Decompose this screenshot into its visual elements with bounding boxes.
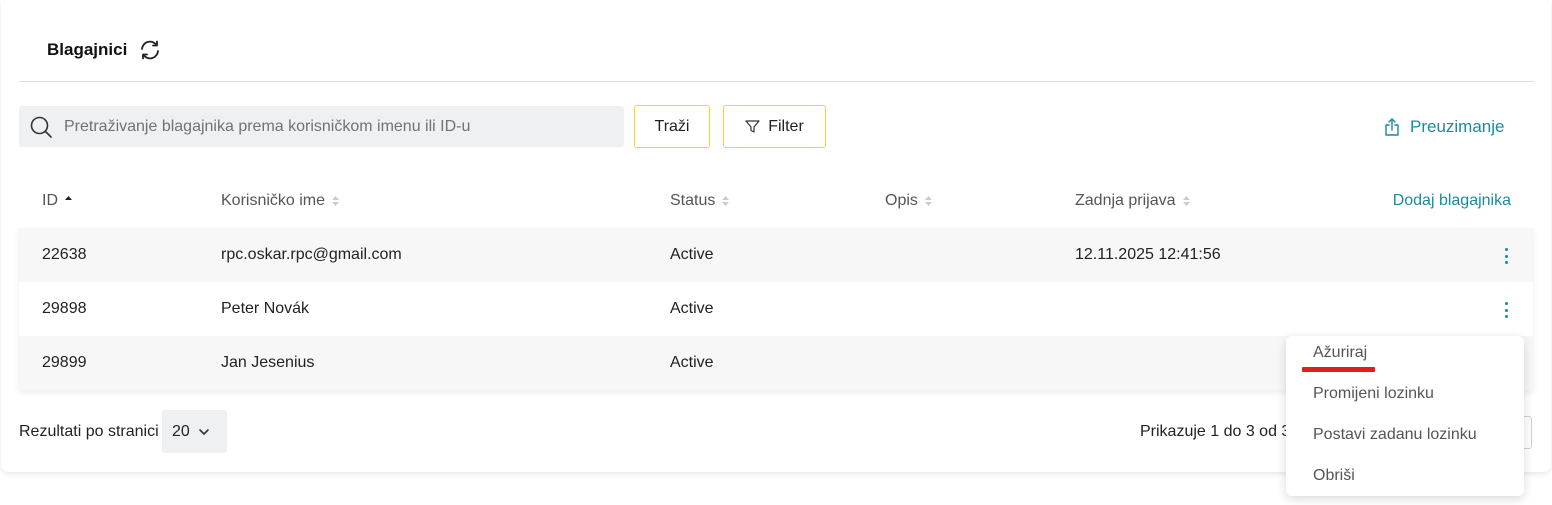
menu-item-delete[interactable]: Obriši <box>1313 467 1355 485</box>
search-input[interactable] <box>64 106 614 147</box>
cell-id: 29898 <box>42 300 87 317</box>
more-actions-icon[interactable] <box>1499 246 1513 266</box>
cell-status: Active <box>670 354 714 371</box>
header-divider <box>19 81 1534 82</box>
cell-username: Jan Jesenius <box>221 354 315 371</box>
row-actions-menu: Ažuriraj Promijeni lozinku Postavi zadan… <box>1286 336 1524 496</box>
highlight-underline <box>1302 367 1375 372</box>
more-actions-icon[interactable] <box>1499 300 1513 320</box>
chevron-down-icon <box>198 428 209 435</box>
search-icon <box>30 116 52 138</box>
download-link[interactable]: Preuzimanje <box>1384 116 1505 138</box>
cell-username: rpc.oskar.rpc@gmail.com <box>221 246 402 263</box>
column-header-id[interactable]: ID <box>42 192 73 210</box>
menu-item-set-default-password[interactable]: Postavi zadanu lozinku <box>1313 426 1477 444</box>
column-header-username[interactable]: Korisničko ime <box>221 192 340 210</box>
cell-status: Active <box>670 246 714 263</box>
results-per-page-select[interactable]: 20 <box>162 410 227 453</box>
cell-username: Peter Novák <box>221 300 310 317</box>
sort-icon <box>332 196 340 206</box>
search-box <box>19 106 624 147</box>
menu-item-update[interactable]: Ažuriraj <box>1313 344 1367 362</box>
sort-icon <box>1182 196 1190 206</box>
filter-button-label: Filter <box>768 117 804 135</box>
page-title: Blagajnici <box>47 40 128 59</box>
cell-id: 22638 <box>42 246 87 263</box>
add-cashier-link[interactable]: Dodaj blagajnika <box>1393 192 1511 210</box>
cell-status: Active <box>670 300 714 317</box>
download-label: Preuzimanje <box>1410 117 1505 136</box>
refresh-icon[interactable] <box>137 37 163 63</box>
search-button-label: Traži <box>654 117 690 135</box>
results-per-page-value: 20 <box>172 422 190 440</box>
column-header-status[interactable]: Status <box>670 192 730 210</box>
results-per-page-label: Rezultati po stranici <box>19 423 159 440</box>
table-row: 22638 rpc.oskar.rpc@gmail.com Active 12.… <box>19 228 1533 282</box>
filter-icon <box>745 120 760 133</box>
search-button[interactable]: Traži <box>634 105 710 148</box>
table-row: 29898 Peter Novák Active <box>19 282 1533 336</box>
export-icon <box>1385 118 1399 136</box>
column-header-description[interactable]: Opis <box>885 192 933 210</box>
column-header-last-login[interactable]: Zadnja prijava <box>1075 192 1191 210</box>
sort-icon <box>722 196 730 206</box>
menu-item-change-password[interactable]: Promijeni lozinku <box>1313 385 1434 403</box>
filter-button[interactable]: Filter <box>723 105 826 148</box>
sort-icon <box>924 196 932 206</box>
card-header: Blagajnici <box>47 36 163 64</box>
pagination-summary: Prikazuje 1 do 3 od 3 <box>1140 423 1291 440</box>
sort-ascending-icon <box>65 196 72 200</box>
cell-last-login: 12.11.2025 12:41:56 <box>1075 246 1221 263</box>
cell-id: 29899 <box>42 354 87 371</box>
table-header: ID Korisničko ime Status Opis Zadnja pri… <box>19 174 1533 228</box>
